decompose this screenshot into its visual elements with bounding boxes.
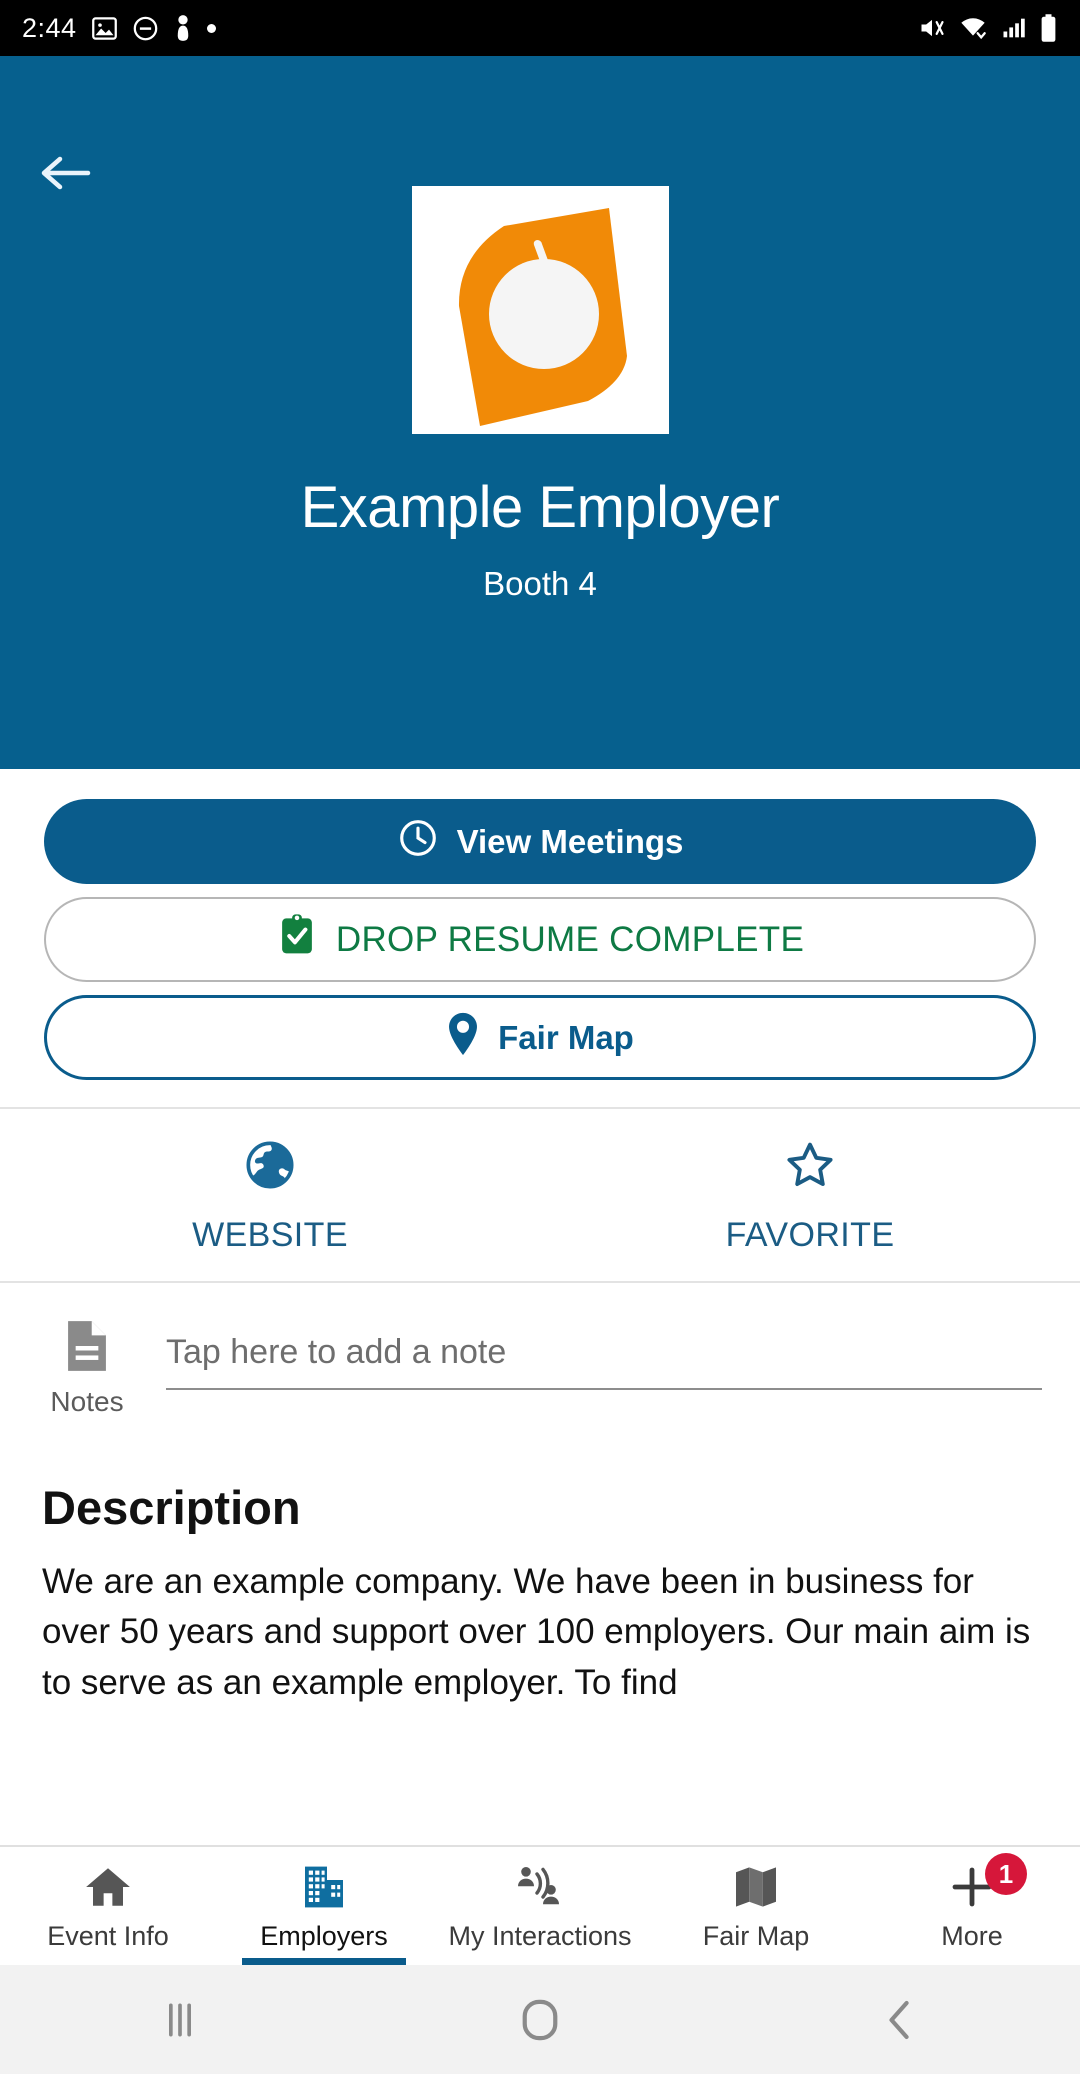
wifi-icon	[957, 14, 989, 42]
dot-indicator	[206, 23, 216, 33]
tab-fair-map-label: Fair Map	[702, 1921, 810, 1951]
tab-employers-label: Employers	[260, 1921, 388, 1951]
view-meetings-label: View Meetings	[456, 822, 684, 860]
person-icon	[173, 14, 193, 42]
tab-fair-map[interactable]: Fair Map	[648, 1847, 864, 1965]
star-outline-icon	[784, 1139, 836, 1196]
fair-map-button[interactable]: Fair Map	[44, 995, 1036, 1080]
tab-event-info[interactable]: Event Info	[0, 1847, 216, 1965]
website-label: WEBSITE	[192, 1216, 348, 1254]
tab-more[interactable]: 1 More	[864, 1847, 1080, 1965]
favorite-label: FAVORITE	[725, 1216, 895, 1254]
active-tab-indicator	[241, 1958, 407, 1965]
note-placeholder: Tap here to add a note	[166, 1333, 507, 1371]
clipboard-check-icon	[276, 912, 318, 967]
status-bar-clock: 2:44	[22, 12, 77, 43]
status-bar: 2:44	[0, 0, 1080, 56]
status-bar-right	[917, 13, 1058, 43]
tab-more-label: More	[941, 1921, 1003, 1951]
do-not-disturb-icon	[132, 15, 159, 42]
action-buttons: View Meetings DROP RESUME COMPLETE Fair …	[0, 769, 1080, 1080]
description-heading: Description	[42, 1481, 301, 1534]
fair-map-label: Fair Map	[498, 1018, 634, 1056]
interactions-icon	[513, 1861, 567, 1913]
drop-resume-label: DROP RESUME COMPLETE	[335, 919, 805, 959]
view-meetings-button[interactable]: View Meetings	[44, 799, 1036, 884]
tab-my-interactions-label: My Interactions	[448, 1921, 632, 1951]
description-section: Description We are an example company. W…	[0, 1418, 1080, 1708]
employer-logo	[411, 186, 669, 434]
recents-icon[interactable]	[0, 1998, 360, 2042]
android-navigation-bar	[0, 1965, 1080, 2074]
website-button[interactable]: WEBSITE	[0, 1109, 540, 1281]
volume-muted-icon	[917, 14, 947, 42]
cellular-signal-icon	[999, 14, 1029, 42]
back-button-icon[interactable]	[720, 1997, 1080, 2043]
tab-my-interactions[interactable]: My Interactions	[432, 1847, 648, 1965]
description-body: We are an example company. We have been …	[42, 1562, 1031, 1702]
more-badge: 1	[985, 1853, 1027, 1895]
home-button-icon[interactable]	[360, 1997, 720, 2043]
clock-icon	[397, 817, 439, 867]
quick-actions-row: WEBSITE FAVORITE	[0, 1107, 1080, 1283]
back-arrow-icon[interactable]	[38, 148, 98, 198]
tab-event-info-label: Event Info	[47, 1921, 169, 1951]
notes-icon-group: Notes	[38, 1317, 136, 1418]
tab-employers[interactable]: Employers	[216, 1847, 432, 1965]
drop-resume-button[interactable]: DROP RESUME COMPLETE	[44, 897, 1036, 982]
document-icon	[61, 1317, 113, 1380]
building-icon	[299, 1861, 349, 1913]
battery-icon	[1039, 13, 1058, 43]
notes-row: Notes Tap here to add a note	[0, 1283, 1080, 1418]
note-input[interactable]: Tap here to add a note	[166, 1333, 1042, 1390]
favorite-button[interactable]: FAVORITE	[540, 1109, 1080, 1281]
notes-label: Notes	[50, 1386, 124, 1417]
page-title: Example Employer	[300, 475, 780, 540]
image-icon	[91, 15, 118, 42]
employer-header: Example Employer Booth 4	[0, 56, 1080, 769]
bottom-tab-bar: Event Info Employers My Interactions Fai…	[0, 1845, 1080, 1965]
map-icon	[731, 1861, 781, 1913]
plus-icon: 1	[947, 1853, 1027, 1913]
app-screen: 2:44 Example Employer Booth 4 View Meeti…	[0, 0, 1080, 2074]
globe-icon	[244, 1139, 296, 1196]
status-bar-left: 2:44	[22, 13, 216, 44]
booth-number: Booth 4	[483, 565, 597, 602]
home-icon	[83, 1861, 133, 1913]
map-pin-icon	[446, 1011, 480, 1065]
